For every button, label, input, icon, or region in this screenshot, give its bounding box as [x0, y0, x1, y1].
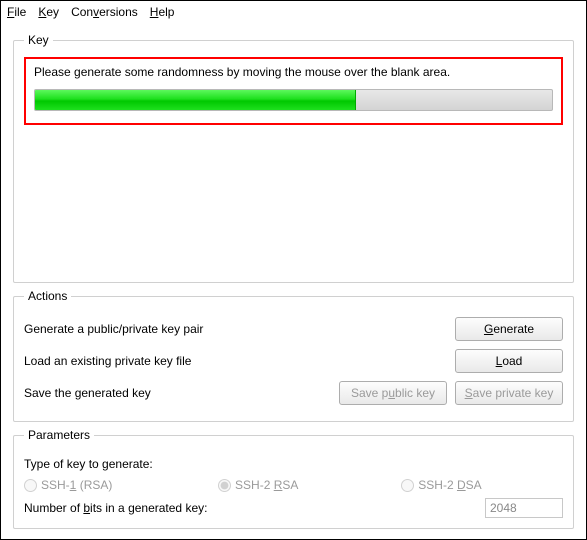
load-button[interactable]: Load [455, 349, 563, 373]
radio-ssh1-rsa[interactable]: SSH-1 (RSA) [24, 478, 218, 492]
randomness-highlight: Please generate some randomness by movin… [24, 57, 563, 125]
randomness-area[interactable] [24, 125, 563, 272]
actions-legend: Actions [24, 289, 71, 303]
radio-ssh2-rsa-label: SSH-2 RSA [235, 478, 298, 492]
menu-conversions[interactable]: Conversions [71, 5, 138, 19]
radio-ssh2-dsa[interactable]: SSH-2 DSA [401, 478, 563, 492]
menubar: File Key Conversions Help [1, 1, 586, 23]
radio-ssh2-rsa-input[interactable] [218, 479, 231, 492]
actions-group: Actions Generate a public/private key pa… [13, 289, 574, 422]
generate-row: Generate a public/private key pair Gener… [24, 315, 563, 343]
key-type-radios: SSH-1 (RSA) SSH-2 RSA SSH-2 DSA [24, 478, 563, 492]
type-label: Type of key to generate: [24, 457, 153, 471]
keygen-window: File Key Conversions Help Key Please gen… [0, 0, 587, 540]
parameters-group: Parameters Type of key to generate: SSH-… [13, 428, 574, 529]
menu-file[interactable]: File [7, 5, 26, 19]
bits-input[interactable] [485, 498, 563, 518]
key-legend: Key [24, 33, 53, 47]
key-group: Key Please generate some randomness by m… [13, 33, 574, 283]
content-area: Key Please generate some randomness by m… [1, 23, 586, 539]
save-private-button[interactable]: Save private key [455, 381, 563, 405]
randomness-instruction: Please generate some randomness by movin… [34, 65, 553, 79]
bits-label: Number of bits in a generated key: [24, 501, 485, 515]
save-label: Save the generated key [24, 386, 331, 400]
load-label: Load an existing private key file [24, 354, 447, 368]
radio-ssh1-rsa-input[interactable] [24, 479, 37, 492]
radio-ssh1-rsa-label: SSH-1 (RSA) [41, 478, 112, 492]
generate-button[interactable]: Generate [455, 317, 563, 341]
bits-row: Number of bits in a generated key: [24, 498, 563, 518]
type-label-row: Type of key to generate: [24, 452, 563, 476]
load-row: Load an existing private key file Load [24, 347, 563, 375]
progress-bar [34, 89, 553, 111]
menu-help[interactable]: Help [150, 5, 175, 19]
radio-ssh2-rsa[interactable]: SSH-2 RSA [218, 478, 401, 492]
radio-ssh2-dsa-input[interactable] [401, 479, 414, 492]
save-public-button[interactable]: Save public key [339, 381, 447, 405]
menu-key[interactable]: Key [38, 5, 59, 19]
progress-fill [35, 90, 356, 110]
generate-label: Generate a public/private key pair [24, 322, 447, 336]
radio-ssh2-dsa-label: SSH-2 DSA [418, 478, 481, 492]
parameters-legend: Parameters [24, 428, 94, 442]
save-row: Save the generated key Save public key S… [24, 379, 563, 407]
